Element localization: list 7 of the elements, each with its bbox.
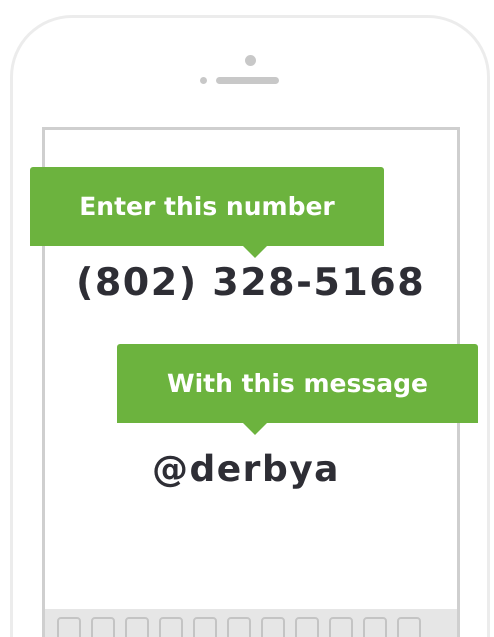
sensor-icon xyxy=(200,77,206,84)
phone-number: (802) 328-5168 xyxy=(76,260,426,304)
callout-label: With this message xyxy=(117,344,478,435)
callout-label: Enter this number xyxy=(30,167,384,258)
camera-icon xyxy=(244,55,256,66)
speaker-icon xyxy=(216,77,278,84)
message-text: @derbya xyxy=(152,449,341,490)
